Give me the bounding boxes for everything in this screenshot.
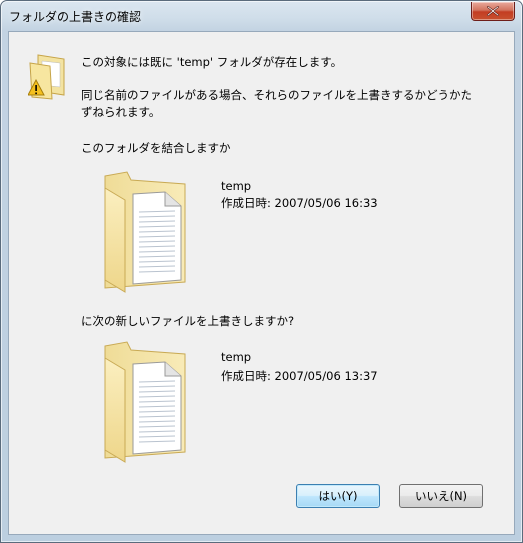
existing-folder-created: 作成日時: 2007/05/06 16:33 bbox=[221, 196, 378, 210]
yes-button[interactable]: はい(Y) bbox=[296, 484, 380, 508]
close-button[interactable] bbox=[471, 2, 515, 21]
new-folder-created: 作成日時: 2007/05/06 13:37 bbox=[221, 369, 378, 383]
folder-warning-icon bbox=[28, 54, 65, 100]
new-folder-icon bbox=[104, 341, 186, 463]
title-bar[interactable]: フォルダの上書きの確認 bbox=[1, 1, 522, 31]
dialog-window: フォルダの上書きの確認 この対象には既に 'temp' フォルダが存在します。 … bbox=[0, 0, 523, 543]
no-button[interactable]: いいえ(N) bbox=[399, 484, 483, 508]
window-title: フォルダの上書きの確認 bbox=[9, 10, 142, 24]
message-line-3: ずねられます。 bbox=[81, 105, 161, 119]
dialog-body: この対象には既に 'temp' フォルダが存在します。 同じ名前のファイルがある… bbox=[8, 31, 515, 535]
close-icon bbox=[487, 6, 499, 16]
message-line-1: この対象には既に 'temp' フォルダが存在します。 bbox=[81, 55, 343, 69]
replace-question: に次の新しいファイルを上書きしますか? bbox=[81, 314, 295, 328]
message-line-2: 同じ名前のファイルがある場合、それらのファイルを上書きするかどうかた bbox=[81, 88, 472, 102]
existing-folder-name: temp bbox=[221, 179, 252, 193]
existing-folder-icon bbox=[104, 171, 186, 293]
merge-question: このフォルダを結合しますか bbox=[81, 141, 231, 155]
new-folder-name: temp bbox=[221, 350, 252, 364]
